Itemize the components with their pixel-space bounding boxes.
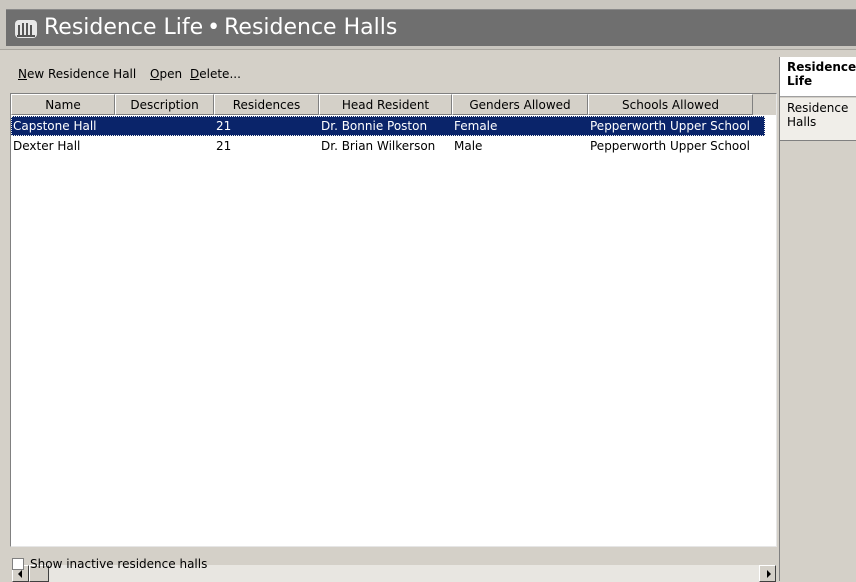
delete-button[interactable]: Delete...	[190, 66, 241, 82]
column-header-residences[interactable]: Residences	[214, 94, 319, 115]
column-header-name[interactable]: Name	[11, 94, 115, 115]
cell-residences: 21	[216, 119, 232, 133]
cell-schools-allowed: Pepperworth Upper School	[590, 119, 750, 133]
arrow-left-icon	[18, 570, 22, 578]
cell-description	[117, 116, 213, 136]
navigation-sidebar: Residence Life Residence Halls	[779, 57, 856, 581]
cell-genders-allowed: Male	[454, 139, 483, 153]
title-section: Residence Life	[44, 15, 204, 40]
title-page: Residence Halls	[224, 15, 398, 40]
cell-head-resident: Dr. Bonnie Poston	[321, 119, 428, 133]
scroll-right-button[interactable]	[759, 565, 776, 582]
open-button[interactable]: Open	[150, 66, 182, 82]
residence-halls-icon	[15, 20, 37, 38]
title-bar: Residence Life • Residence Halls	[0, 0, 856, 50]
action-bar: New Residence Hall Open Delete...	[6, 57, 778, 91]
cell-schools-allowed: Pepperworth Upper School	[590, 139, 750, 153]
title-separator: •	[207, 15, 221, 40]
column-header-genders-allowed[interactable]: Genders Allowed	[452, 94, 588, 115]
cell-name: Capstone Hall	[13, 119, 97, 133]
cell-name: Dexter Hall	[13, 139, 81, 153]
title-banner: Residence Life • Residence Halls	[6, 9, 856, 46]
cell-genders-allowed: Female	[454, 119, 498, 133]
sidebar-item-residence-life[interactable]: Residence Life	[780, 57, 856, 97]
column-header-schools-allowed[interactable]: Schools Allowed	[588, 94, 753, 115]
column-header-head-resident[interactable]: Head Resident	[319, 94, 452, 115]
table-row[interactable]: Capstone Hall 21 Dr. Bonnie Poston Femal…	[11, 116, 765, 136]
grid-header: Name Description Residences Head Residen…	[11, 94, 776, 115]
show-inactive-label[interactable]: Show inactive residence halls	[30, 556, 207, 572]
column-header-description[interactable]: Description	[115, 94, 214, 115]
cell-description	[117, 136, 213, 156]
main-panel: New Residence Hall Open Delete... Name D…	[6, 57, 778, 582]
residence-halls-grid: Name Description Residences Head Residen…	[10, 93, 777, 582]
arrow-right-icon	[767, 570, 771, 578]
cell-head-resident: Dr. Brian Wilkerson	[321, 139, 436, 153]
page-title: Residence Life • Residence Halls	[44, 13, 397, 43]
new-residence-hall-button[interactable]: New Residence Hall	[18, 66, 136, 82]
sidebar-item-residence-halls[interactable]: Residence Halls	[780, 98, 856, 141]
cell-residences: 21	[216, 139, 232, 153]
table-row[interactable]: Dexter Hall 21 Dr. Brian Wilkerson Male …	[11, 136, 765, 156]
show-inactive-checkbox[interactable]	[12, 558, 24, 570]
